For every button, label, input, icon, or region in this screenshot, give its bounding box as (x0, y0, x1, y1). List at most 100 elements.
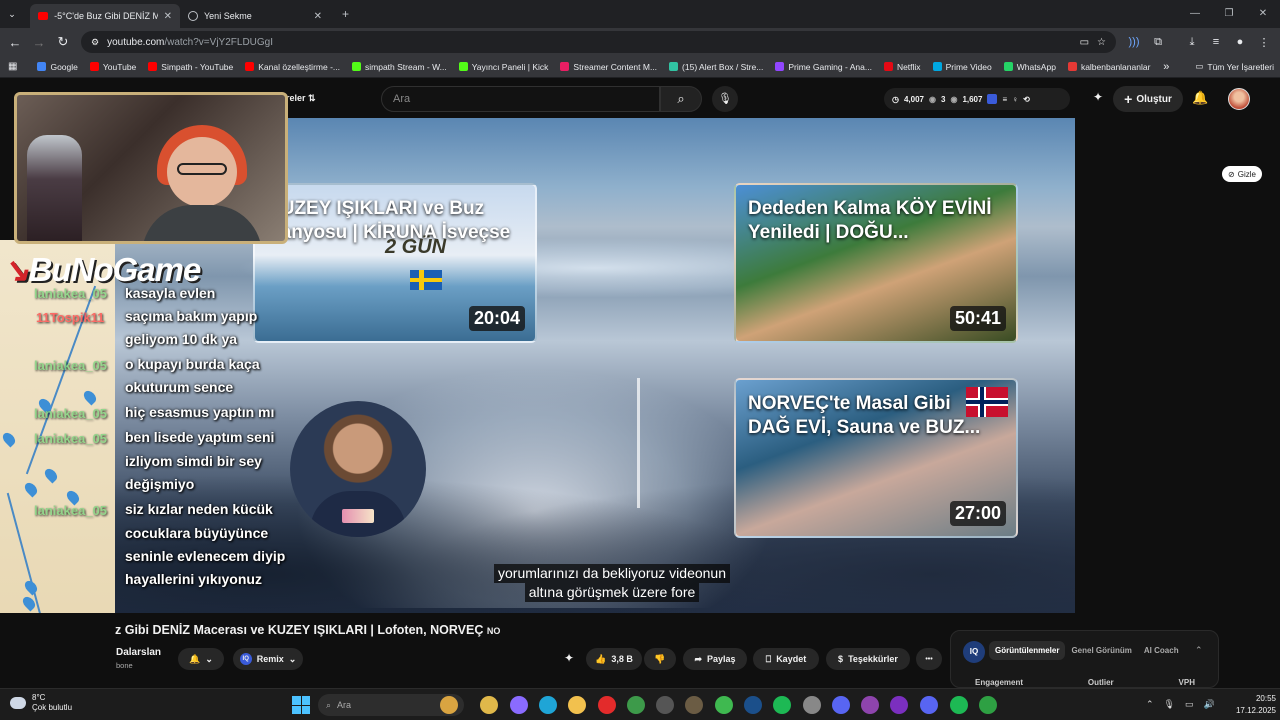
bookmark-item[interactable]: Yayıncı Paneli | Kick (453, 62, 555, 72)
bookmark-item[interactable]: Google (31, 62, 83, 72)
volume-icon[interactable]: 🔊 (1204, 699, 1215, 710)
edge-icon[interactable] (539, 696, 557, 714)
maximize-icon[interactable]: ❐ (1212, 0, 1246, 28)
widget-icon[interactable] (440, 696, 458, 714)
discord-icon[interactable] (920, 696, 938, 714)
bookmark-item[interactable]: YouTube (84, 62, 142, 72)
create-button[interactable]: + Oluştur (1113, 86, 1183, 112)
forward-icon[interactable]: → (27, 35, 51, 50)
url-input[interactable]: ⚙ youtube.com/watch?v=VjY2FLDUGgI ▭ ☆ (81, 31, 1116, 53)
search-input[interactable]: Ara (381, 86, 660, 112)
microphone-tray-icon[interactable]: 🎙 (1164, 699, 1175, 710)
spotify-icon[interactable] (773, 696, 791, 714)
reading-list-icon[interactable]: ≡ (1204, 36, 1228, 48)
bookmark-item[interactable]: simpath Stream - W... (346, 62, 453, 72)
back-icon[interactable]: ← (3, 35, 27, 50)
notifications-bell-icon[interactable]: 🔔 (1192, 90, 1208, 106)
voice-search-button[interactable]: 🎙 (712, 86, 738, 112)
bookmarks-bar: ▦ Google YouTube Simpath - YouTube Kanal öz… (0, 56, 1280, 78)
apps-grid-icon[interactable]: ▦ (0, 61, 31, 72)
column-header: Engagement (975, 678, 1024, 687)
bookmark-star-icon[interactable]: ☆ (1097, 37, 1106, 48)
video-subtitles: yorumlarınızı da bekliyoruz videonun alt… (494, 564, 731, 602)
new-tab-button[interactable]: + (342, 7, 349, 21)
browser-menu-icon[interactable]: ⋮ (1252, 36, 1276, 49)
screen: ⌄ -5°C'de Buz Gibi DENİZ Macera ✕ Yeni S… (0, 0, 1280, 720)
opera-icon[interactable] (598, 696, 616, 714)
windows-start-icon[interactable] (292, 696, 310, 714)
sparkle-icon[interactable]: ✦ (564, 651, 574, 665)
xbox-icon[interactable] (715, 696, 733, 714)
app-icon[interactable] (979, 696, 997, 714)
bookmark-favicon-icon (245, 62, 255, 71)
tab-close-icon[interactable]: ✕ (314, 11, 322, 22)
filters-label[interactable]: reler ⇅ (286, 93, 316, 104)
discord-alt-icon[interactable] (832, 696, 850, 714)
bookmark-item[interactable]: Netflix (878, 62, 927, 72)
save-button[interactable]: ⎕ Kaydet (753, 648, 819, 670)
thanks-button[interactable]: $ Teşekkürler (826, 648, 910, 670)
end-card-video[interactable]: KUZEY IŞIKLARI ve Buz Banyosu | KİRUNA İ… (253, 183, 537, 343)
remix-button[interactable]: IQ Remix ⌄ (233, 648, 303, 670)
like-button[interactable]: 👍 3,8 B (586, 648, 642, 670)
file-explorer-icon[interactable] (480, 696, 498, 714)
bookmark-item[interactable]: (15) Alert Box / Stre... (663, 62, 769, 72)
bookmark-item[interactable]: Simpath - YouTube (142, 62, 239, 72)
tray-chevron-icon[interactable]: ⌃ (1146, 699, 1154, 710)
tab-youtube-video[interactable]: -5°C'de Buz Gibi DENİZ Macera ✕ (30, 4, 180, 28)
media-icon[interactable] (803, 696, 821, 714)
bookmark-item[interactable]: Prime Gaming - Ana... (769, 62, 878, 72)
tab-views[interactable]: Görüntülenmeler (989, 641, 1066, 660)
obs-icon[interactable] (890, 696, 908, 714)
bookmark-item[interactable]: WhatsApp (998, 62, 1062, 72)
copilot-icon[interactable] (510, 696, 528, 714)
extensions-icon[interactable]: ⧉ (1146, 36, 1170, 49)
search-button[interactable]: ⌕ (660, 86, 702, 112)
steam-icon[interactable] (744, 696, 762, 714)
sparkle-icon[interactable]: ✦ (1093, 90, 1103, 104)
spotify-alt-icon[interactable] (950, 696, 968, 714)
video-editor-icon[interactable] (861, 696, 879, 714)
weather-widget[interactable]: 8°C Çok bulutlu (10, 693, 72, 713)
bookmark-item[interactable]: kalbenbanlananlar (1062, 62, 1156, 72)
subscribe-bell-button[interactable]: 🔔 ⌄ (178, 648, 224, 670)
cast-icon[interactable]: ▭ (1080, 37, 1089, 48)
more-actions-button[interactable]: ••• (916, 648, 942, 670)
bookmarks-more-icon[interactable]: » (1163, 61, 1189, 73)
clock-stat-icon: ◷ (892, 94, 899, 104)
download-icon[interactable]: ⤓ (1180, 36, 1204, 49)
bookmark-item[interactable]: Kanal özelleştirme -... (239, 62, 346, 72)
dislike-button[interactable]: 👎 (644, 648, 676, 670)
mail-icon[interactable] (685, 696, 703, 714)
hide-button[interactable]: ⊘ Gizle (1222, 166, 1262, 182)
channel-name[interactable]: Dalarslan (116, 647, 161, 658)
tab-close-icon[interactable]: ✕ (164, 11, 172, 22)
extension-analytics-panel: IQ Görüntülenmeler Genel Görünüm AI Coac… (950, 630, 1219, 688)
collapse-chevron-icon[interactable]: ⌃ (1195, 645, 1203, 656)
bookmark-item[interactable]: Streamer Content M... (554, 62, 663, 72)
tab-ai-coach[interactable]: AI Coach (1138, 641, 1185, 660)
network-icon[interactable]: ▭ (1185, 699, 1194, 710)
streamer-glasses (177, 163, 227, 175)
share-button[interactable]: ➦ Paylaş (683, 648, 747, 670)
tab-overview[interactable]: Genel Görünüm (1065, 641, 1137, 660)
user-avatar[interactable] (1228, 88, 1250, 110)
all-bookmarks-folder[interactable]: ▭ Tüm Yer İşaretleri (1189, 61, 1280, 72)
extension-wave-icon[interactable]: ))) (1122, 36, 1146, 48)
folder-icon[interactable] (568, 696, 586, 714)
extension-stats-pill[interactable]: ◷ 4,007 ◉ 3 ◉ 1,607 ≡ ♀ ⟲ (884, 88, 1070, 110)
site-info-icon[interactable]: ⚙ (91, 37, 99, 48)
tab-list-icon[interactable]: ⌄ (0, 9, 24, 20)
tab-new-tab[interactable]: Yeni Sekme ✕ (180, 4, 330, 28)
reload-icon[interactable]: ↻ (51, 34, 75, 50)
epic-games-icon[interactable] (656, 696, 674, 714)
end-card-channel-avatar[interactable] (290, 401, 426, 537)
profile-icon[interactable]: ● (1228, 36, 1252, 48)
tab-title: -5°C'de Buz Gibi DENİZ Macera (54, 11, 158, 21)
end-card-video[interactable]: Dededen Kalma KÖY EVİNİ Yeniledi | DOĞU.… (734, 183, 1018, 343)
taskbar-clock[interactable]: 20:55 17.12.2025 (1224, 693, 1276, 717)
bookmark-item[interactable]: Prime Video (927, 62, 998, 72)
chrome-icon[interactable] (627, 696, 645, 714)
close-window-icon[interactable]: ✕ (1246, 0, 1280, 28)
minimize-icon[interactable]: — (1178, 0, 1212, 28)
